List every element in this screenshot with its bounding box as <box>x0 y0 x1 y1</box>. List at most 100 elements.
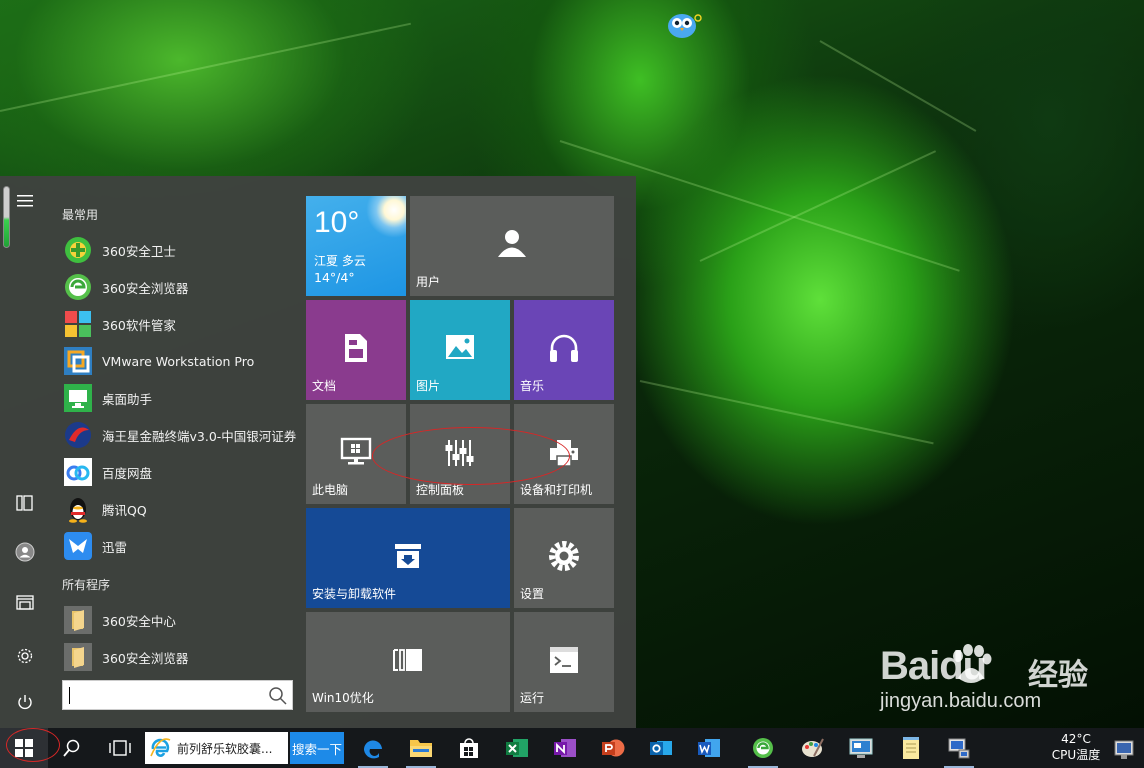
app-360-safe-guard[interactable]: 360安全卫士 <box>62 233 298 267</box>
taskbar-file-explorer[interactable] <box>398 728 444 768</box>
hamburger-menu-icon[interactable] <box>8 184 42 218</box>
baidu-netdisk-icon <box>62 456 94 488</box>
tile-this-pc[interactable]: 此电脑 <box>306 404 406 504</box>
taskbar-store[interactable] <box>446 728 492 768</box>
cpu-temperature-value: 42°C <box>1061 732 1091 746</box>
run-command-icon <box>546 644 582 676</box>
app-baidu-netdisk[interactable]: 百度网盘 <box>62 455 298 489</box>
app-vmware[interactable]: VMware Workstation Pro <box>62 344 298 378</box>
app-xunlei[interactable]: 迅雷 <box>62 529 298 563</box>
app-tencent-qq[interactable]: 腾讯QQ <box>62 492 298 526</box>
tile-user[interactable]: 用户 <box>410 196 614 296</box>
taskbar-powerpoint[interactable] <box>590 728 636 768</box>
user-icon[interactable] <box>8 535 42 569</box>
tile-documents[interactable]: 文档 <box>306 300 406 400</box>
remote-desktop-icon <box>849 738 873 758</box>
taskbar-notepad[interactable] <box>888 728 934 768</box>
app-folder-360-browser[interactable]: 360安全浏览器 <box>62 640 298 674</box>
app-360-software-manager[interactable]: 360软件管家 <box>62 307 298 341</box>
taskbar-search-button[interactable] <box>48 728 96 768</box>
tile-label: 图片 <box>416 379 441 393</box>
task-view-button[interactable] <box>96 728 144 768</box>
360-browser-icon <box>753 738 773 758</box>
edge-icon <box>363 740 382 759</box>
app-label: 360安全中心 <box>102 613 176 629</box>
start-menu-search-input[interactable] <box>63 681 263 709</box>
outlook-icon <box>650 741 672 755</box>
taskbar-ie-window[interactable]: 前列舒乐软胶囊... <box>145 732 288 764</box>
taskbar-paint[interactable] <box>790 728 836 768</box>
paint-icon <box>802 738 824 757</box>
settings-gear-icon[interactable] <box>8 639 42 673</box>
tile-pictures[interactable]: 图片 <box>410 300 510 400</box>
weather-city: 江夏 多云 <box>314 254 366 268</box>
document-icon <box>338 330 374 366</box>
taskbar-onenote[interactable] <box>542 728 588 768</box>
app-folder-360-safe-center[interactable]: 360安全中心 <box>62 603 298 637</box>
tile-control-panel[interactable]: 控制面板 <box>410 404 510 504</box>
search-icon[interactable] <box>268 686 288 706</box>
tile-label: 设置 <box>520 587 545 601</box>
excel-icon <box>506 739 528 757</box>
search-go-button[interactable]: 搜索一下 <box>290 732 344 764</box>
app-list: 最常用 360安全卫士 360安全浏览器 360软件管家 VMware Work… <box>50 176 300 728</box>
taskbar-360-browser[interactable] <box>740 728 786 768</box>
tile-label: 此电脑 <box>312 483 349 497</box>
tile-install-uninstall[interactable]: 安装与卸载软件 <box>306 508 510 608</box>
360-software-manager-icon <box>62 308 94 340</box>
tile-win10-optimize[interactable]: Win10优化 <box>306 612 510 712</box>
cpu-temperature-label: CPU温度 <box>1051 748 1101 762</box>
file-explorer-icon[interactable] <box>8 585 42 619</box>
360-safe-guard-icon <box>62 234 94 266</box>
app-label: 腾讯QQ <box>102 502 147 518</box>
printer-icon <box>546 436 582 470</box>
qq-penguin-icon <box>62 493 94 525</box>
folder-icon <box>62 641 94 673</box>
start-button[interactable] <box>0 728 48 768</box>
360-browser-icon <box>62 271 94 303</box>
taskbar-remote-desktop[interactable] <box>838 728 884 768</box>
taskbar-word[interactable] <box>686 728 732 768</box>
app-label: 迅雷 <box>102 539 128 555</box>
tile-label: Win10优化 <box>312 691 374 705</box>
app-360-browser[interactable]: 360安全浏览器 <box>62 270 298 304</box>
headphones-icon <box>546 330 582 366</box>
app-neptune-finance[interactable]: 海王星金融终端v3.0-中国银河证券 <box>62 418 298 452</box>
tile-run[interactable]: 运行 <box>514 612 614 712</box>
sliders-icon <box>442 436 478 470</box>
taskbar-outlook[interactable] <box>638 728 684 768</box>
most-used-heading: 最常用 <box>62 208 99 222</box>
tablet-mode-icon[interactable] <box>8 486 42 520</box>
word-icon <box>698 739 720 757</box>
baidu-paw-icon <box>953 644 992 683</box>
tile-label: 控制面板 <box>416 483 465 497</box>
cpu-temperature-widget[interactable]: 42°C CPU温度 <box>1050 731 1102 763</box>
settings-gear-icon <box>546 538 582 574</box>
tile-devices-printers[interactable]: 设备和打印机 <box>514 404 614 504</box>
tile-weather[interactable]: 10° 江夏 多云 14°/4° <box>306 196 406 296</box>
baidu-jingyan-watermark: Baidu 经验 jingyan.baidu.com <box>880 644 1110 724</box>
tile-label: 用户 <box>416 275 441 289</box>
neptune-finance-icon <box>62 419 94 451</box>
monitor-icon <box>338 436 374 468</box>
owl-desktop-pet-icon[interactable] <box>666 8 702 40</box>
tray-app-icon[interactable] <box>1112 736 1138 762</box>
powerpoint-icon <box>602 739 625 757</box>
weather-range: 14°/4° <box>314 270 355 285</box>
app-label: 360安全浏览器 <box>102 650 189 666</box>
tile-label: 音乐 <box>520 379 545 393</box>
tile-label: 安装与卸载软件 <box>312 587 397 601</box>
tile-label: 文档 <box>312 379 337 393</box>
file-explorer-icon <box>410 740 432 757</box>
taskbar-edge[interactable] <box>350 728 396 768</box>
tile-music[interactable]: 音乐 <box>514 300 614 400</box>
start-menu-search-box[interactable] <box>62 680 293 710</box>
power-icon[interactable] <box>8 685 42 719</box>
tile-settings[interactable]: 设置 <box>514 508 614 608</box>
taskbar-network-tool[interactable] <box>936 728 982 768</box>
sun-icon <box>366 196 406 238</box>
tile-label: 运行 <box>520 691 545 705</box>
start-menu-rail <box>0 176 50 728</box>
app-desktop-assistant[interactable]: 桌面助手 <box>62 381 298 415</box>
taskbar-excel[interactable] <box>494 728 540 768</box>
